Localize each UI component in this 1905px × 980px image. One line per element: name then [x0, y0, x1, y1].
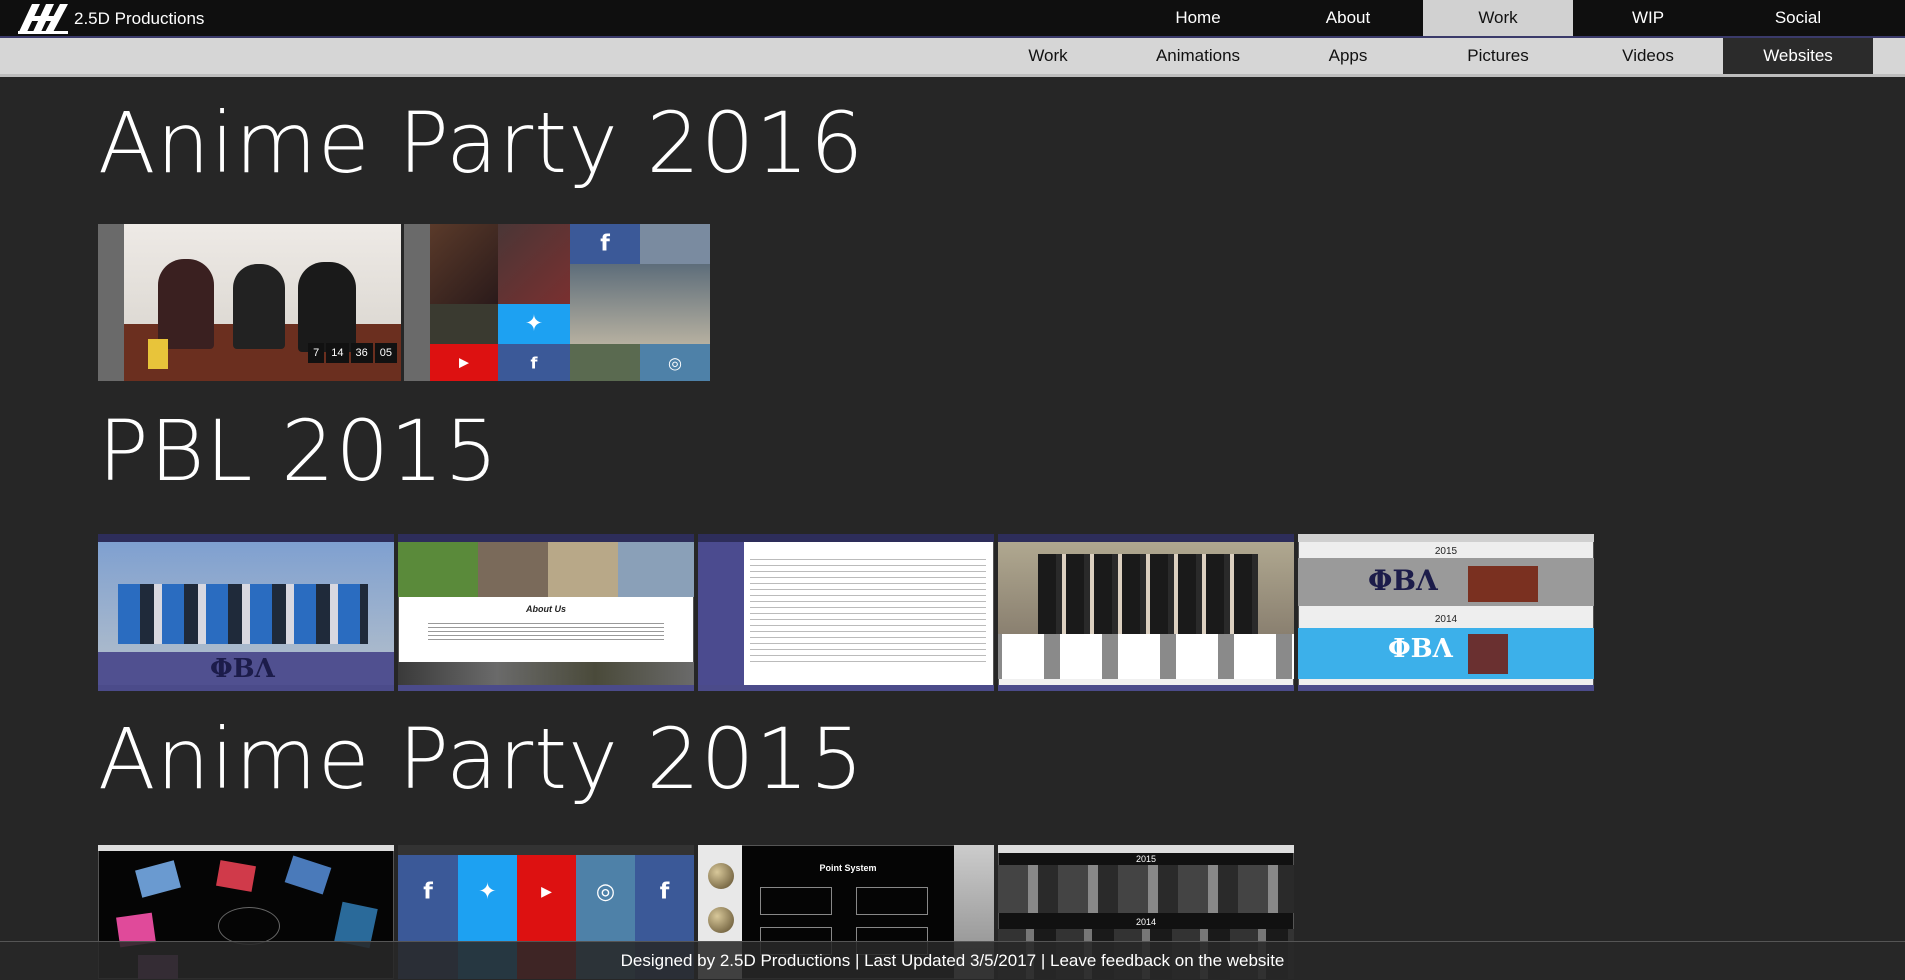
- thumbnail-row-anime-party-2016: 7 14 36 05 f ✦ ▶ f ◎: [98, 224, 710, 381]
- about-us-heading: About Us: [526, 604, 566, 614]
- subnav-apps[interactable]: Apps: [1273, 38, 1423, 74]
- nav-wip[interactable]: WIP: [1573, 0, 1723, 36]
- section-title-anime-party-2015: Anime Party 2015: [98, 710, 865, 808]
- nav-about[interactable]: About: [1273, 0, 1423, 36]
- website-thumbnail[interactable]: 2015 ΦΒΛ 2014 ΦΒΛ: [1298, 534, 1594, 691]
- brand[interactable]: 2.5D Productions: [18, 2, 204, 34]
- facebook-icon: f: [600, 231, 610, 257]
- logo-xh-icon: [18, 4, 68, 34]
- website-thumbnail[interactable]: f ✦ ▶ f ◎: [404, 224, 710, 381]
- facebook-group-icon: f: [659, 879, 670, 905]
- website-thumbnail[interactable]: ΦΒΛ: [98, 534, 394, 691]
- twitter-icon: ✦: [478, 879, 497, 905]
- sub-navigation-bar: Work Animations Apps Pictures Videos Web…: [0, 38, 1905, 77]
- countdown-timer: 7 14 36 05: [308, 343, 397, 363]
- brand-name: 2.5D Productions: [74, 9, 205, 28]
- site-footer: Designed by 2.5D Productions | Last Upda…: [0, 941, 1905, 980]
- facebook-group-icon: f: [530, 353, 538, 372]
- website-thumbnail[interactable]: About Us: [398, 534, 694, 691]
- footer-text[interactable]: Designed by 2.5D Productions | Last Upda…: [621, 951, 1285, 970]
- website-thumbnail[interactable]: [698, 534, 994, 691]
- youtube-icon: ▶: [541, 884, 552, 901]
- website-thumbnail[interactable]: 7 14 36 05: [98, 224, 401, 381]
- instagram-icon: ◎: [595, 879, 616, 905]
- nav-work[interactable]: Work: [1423, 0, 1573, 36]
- section-title-anime-party-2016: Anime Party 2016: [98, 94, 865, 192]
- main-menu: Home About Work WIP Social: [1123, 0, 1873, 36]
- nav-social[interactable]: Social: [1723, 0, 1873, 36]
- subnav-websites[interactable]: Websites: [1723, 38, 1873, 74]
- website-thumbnail[interactable]: [998, 534, 1294, 691]
- top-navigation-bar: 2.5D Productions Home About Work WIP Soc…: [0, 0, 1905, 38]
- facebook-icon: f: [423, 879, 433, 905]
- subnav-pictures[interactable]: Pictures: [1423, 38, 1573, 74]
- work-submenu: Work Animations Apps Pictures Videos Web…: [973, 38, 1873, 74]
- youtube-icon: ▶: [459, 355, 469, 370]
- subnav-animations[interactable]: Animations: [1123, 38, 1273, 74]
- thumbnail-row-pbl-2015: ΦΒΛ About Us 2015 ΦΒΛ 2014 ΦΒΛ: [98, 534, 1594, 691]
- nav-home[interactable]: Home: [1123, 0, 1273, 36]
- section-title-pbl-2015: PBL 2015: [98, 402, 499, 500]
- twitter-icon: ✦: [524, 311, 544, 337]
- subnav-work[interactable]: Work: [973, 38, 1123, 74]
- instagram-icon: ◎: [668, 353, 682, 372]
- subnav-videos[interactable]: Videos: [1573, 38, 1723, 74]
